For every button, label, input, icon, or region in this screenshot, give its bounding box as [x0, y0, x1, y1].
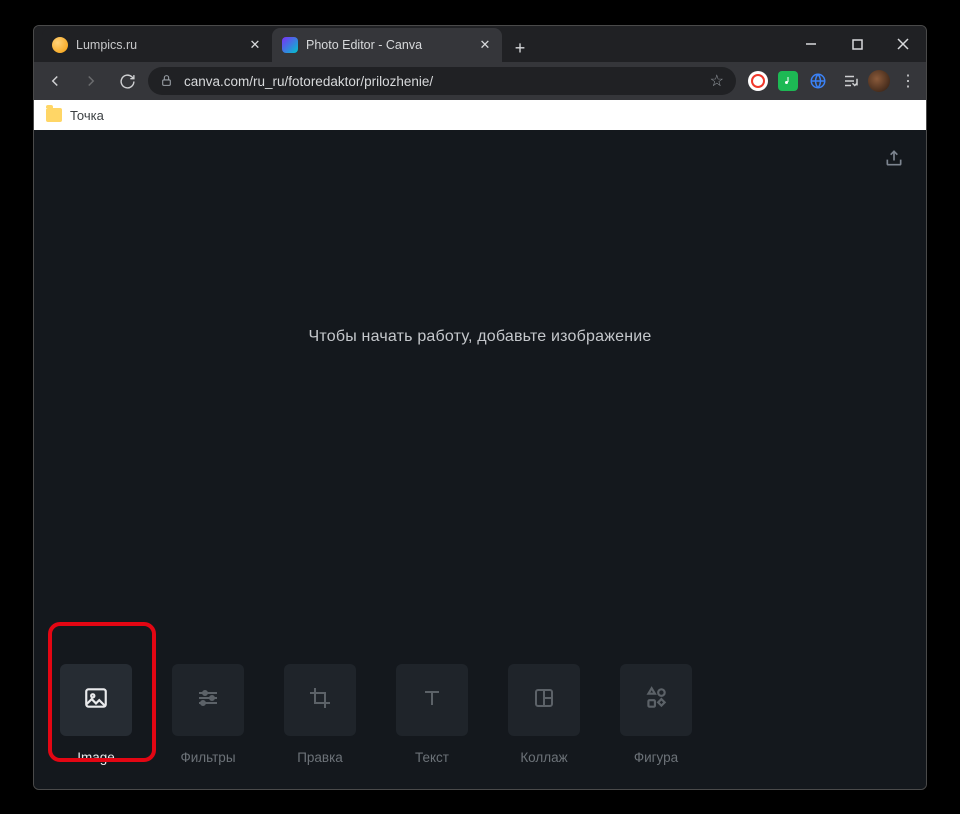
- extension-music-icon[interactable]: [778, 71, 798, 91]
- crop-icon: [308, 686, 332, 715]
- text-icon: [420, 686, 444, 715]
- tool-collage[interactable]: Коллаж: [508, 664, 580, 765]
- canvas-hint-text: Чтобы начать работу, добавьте изображени…: [34, 130, 926, 664]
- minimize-button[interactable]: [794, 32, 828, 56]
- close-tab-icon[interactable]: ✕: [478, 38, 492, 52]
- shapes-icon: [643, 685, 669, 716]
- tool-label: Фильтры: [180, 750, 235, 765]
- tool-row: Image Фильтры: [34, 664, 926, 789]
- bookmark-star-icon[interactable]: ☆: [710, 71, 724, 91]
- tool-box: [508, 664, 580, 736]
- share-button[interactable]: [884, 148, 904, 173]
- tab-strip: Lumpics.ru ✕ Photo Editor - Canva ✕: [42, 28, 502, 62]
- maximize-button[interactable]: [840, 32, 874, 56]
- tab-title: Photo Editor - Canva: [306, 38, 470, 52]
- lock-icon: [160, 74, 174, 88]
- reader-mode-icon[interactable]: [840, 71, 862, 91]
- favicon-lumpics: [52, 37, 68, 53]
- browser-window: Lumpics.ru ✕ Photo Editor - Canva ✕ +: [33, 25, 927, 790]
- new-tab-button[interactable]: +: [506, 34, 534, 62]
- tab-lumpics[interactable]: Lumpics.ru ✕: [42, 28, 272, 62]
- collage-icon: [532, 686, 556, 715]
- address-bar[interactable]: canva.com/ru_ru/fotoredaktor/prilozhenie…: [148, 67, 736, 95]
- titlebar: Lumpics.ru ✕ Photo Editor - Canva ✕ +: [34, 26, 926, 62]
- url-text: canva.com/ru_ru/fotoredaktor/prilozhenie…: [184, 74, 700, 89]
- tool-label: Текст: [415, 750, 449, 765]
- tool-shape[interactable]: Фигура: [620, 664, 692, 765]
- tool-box: [620, 664, 692, 736]
- toolbar: canva.com/ru_ru/fotoredaktor/prilozhenie…: [34, 62, 926, 100]
- image-icon: [83, 685, 109, 716]
- profile-avatar[interactable]: [868, 70, 890, 92]
- close-tab-icon[interactable]: ✕: [248, 38, 262, 52]
- menu-button[interactable]: ⋮: [896, 71, 920, 91]
- tool-box: [284, 664, 356, 736]
- tool-label: Фигура: [634, 750, 678, 765]
- back-button[interactable]: [40, 66, 70, 96]
- tool-label: Правка: [297, 750, 343, 765]
- tool-image[interactable]: Image: [60, 664, 132, 765]
- extension-globe-icon[interactable]: [808, 71, 828, 91]
- tool-box: [172, 664, 244, 736]
- favicon-canva: [282, 37, 298, 53]
- tool-text[interactable]: Текст: [396, 664, 468, 765]
- close-window-button[interactable]: [886, 32, 920, 56]
- tab-title: Lumpics.ru: [76, 38, 240, 52]
- tool-box: [60, 664, 132, 736]
- folder-icon: [46, 108, 62, 122]
- bookmark-item[interactable]: Точка: [70, 108, 104, 123]
- reload-button[interactable]: [112, 66, 142, 96]
- tool-filters[interactable]: Фильтры: [172, 664, 244, 765]
- bookmarks-bar: Точка: [34, 100, 926, 130]
- editor-canvas-area: Чтобы начать работу, добавьте изображени…: [34, 130, 926, 789]
- extension-icons: [742, 71, 834, 91]
- tool-label: Коллаж: [520, 750, 567, 765]
- tool-box: [396, 664, 468, 736]
- window-controls: [794, 26, 920, 62]
- tool-edit[interactable]: Правка: [284, 664, 356, 765]
- tool-label: Image: [77, 750, 115, 765]
- extension-opera-icon[interactable]: [748, 71, 768, 91]
- share-icon: [884, 155, 904, 172]
- tab-canva[interactable]: Photo Editor - Canva ✕: [272, 28, 502, 62]
- sliders-icon: [196, 686, 220, 715]
- forward-button[interactable]: [76, 66, 106, 96]
